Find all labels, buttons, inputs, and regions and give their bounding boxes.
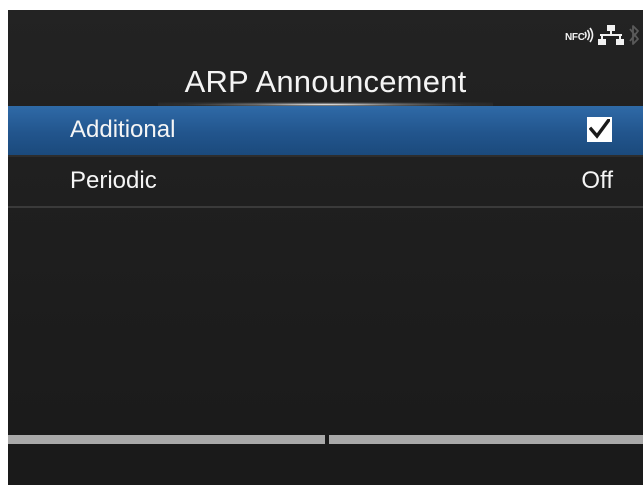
menu-item-label: Periodic xyxy=(70,167,157,194)
footer-softkeys xyxy=(8,435,643,485)
periodic-value: Off xyxy=(581,167,613,194)
left-softkey-button[interactable] xyxy=(8,444,325,485)
left-softkey-bar xyxy=(8,435,325,444)
right-softkey-bar xyxy=(329,435,643,444)
nfc-waves-icon xyxy=(584,27,594,43)
menu-item-periodic[interactable]: Periodic Off xyxy=(8,157,643,208)
right-softkey-button[interactable] xyxy=(329,444,643,485)
status-bar: NFC xyxy=(443,10,643,54)
page-title: ARP Announcement xyxy=(184,64,467,99)
additional-checkbox[interactable] xyxy=(587,117,612,142)
nfc-icon: NFC xyxy=(565,24,595,46)
network-icon xyxy=(598,25,624,45)
menu-item-label: Additional xyxy=(70,116,176,143)
checkmark-icon xyxy=(589,119,610,139)
settings-list: Additional Periodic Off xyxy=(8,106,643,208)
bluetooth-icon xyxy=(629,25,639,45)
softkey-divider xyxy=(325,435,329,485)
menu-item-additional[interactable]: Additional xyxy=(8,106,643,157)
printer-screen: NFC ARP Announcement Additional Periodic… xyxy=(8,10,643,485)
